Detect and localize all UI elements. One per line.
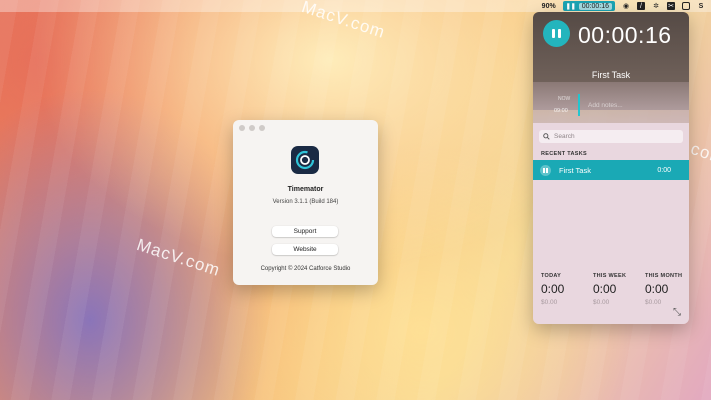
now-indicator [578,94,580,116]
current-task-title[interactable]: First Task [533,70,689,80]
stat-label: THIS MONTH [645,273,683,279]
stat-label: THIS WEEK [593,273,627,279]
eye-icon[interactable]: ◉ [622,2,630,10]
list-item[interactable]: First Task 0:00 [533,160,689,180]
stat-label: TODAY [541,273,562,279]
copyright-text: Copyright © 2024 Catforce Studio [260,266,351,272]
menubar-timer-text: 00:00:16 [578,2,612,10]
window-controls [239,125,265,131]
task-name: First Task [559,165,591,175]
s-icon[interactable]: S [697,2,705,10]
stat-money: $0.00 [593,299,610,306]
stat-money: $0.00 [645,299,662,306]
search-input[interactable]: Search [539,130,683,143]
minimize-button[interactable] [249,125,255,131]
now-label: NOW [558,96,571,102]
scissors-icon[interactable]: ✂ [667,2,675,10]
stat-value: 0:00 [645,282,669,296]
app-title: Timemator [287,186,324,193]
search-placeholder: Search [554,133,575,140]
pause-icon [558,29,561,38]
slash-icon[interactable]: / [637,2,645,10]
stat-this-month: THIS MONTH 0:00 $0.00 [637,273,689,306]
app-version: Version 3.1.1 (Build 184) [272,199,339,205]
elapsed-timer: 00:00:16 [578,22,672,48]
atom-icon[interactable]: ✲ [652,2,660,10]
task-list-area: Search RECENT TASKS First Task 0:00 TODA… [533,123,689,324]
zoom-button[interactable] [259,125,265,131]
stat-today: TODAY 0:00 $0.00 [533,273,585,306]
about-window: Timemator Version 3.1.1 (Build 184) Supp… [233,120,378,285]
menubar-timer[interactable]: ❚❚ 00:00:16 [562,1,615,11]
website-button[interactable]: Website [272,244,338,255]
expand-icon[interactable]: ⤡ [673,307,681,318]
shield-icon[interactable] [682,2,690,10]
stats-summary: TODAY 0:00 $0.00 THIS WEEK 0:00 $0.00 TH… [533,273,689,306]
pause-button[interactable] [543,20,570,47]
notes-input[interactable]: Add notes... [588,102,623,109]
menu-bar: 90% ❚❚ 00:00:16 ◉ / ✲ ✂ S [0,0,711,12]
pause-icon: ❚❚ [565,3,576,10]
timer-panel: 00:00:16 First Task NOW 09:00 Add notes.… [533,12,689,324]
recent-tasks-label: RECENT TASKS [541,151,587,157]
app-logo-icon [291,146,319,174]
timeline-strip: NOW 09:00 Add notes... [533,82,689,123]
task-time: 0:00 [657,166,671,174]
stat-value: 0:00 [593,282,617,296]
pause-icon [552,29,555,38]
pause-icon[interactable] [540,164,551,176]
stat-value: 0:00 [541,282,565,296]
stat-money: $0.00 [541,299,558,306]
battery-status: 90% [541,2,556,10]
now-time: 09:00 [554,108,568,114]
support-button[interactable]: Support [272,226,338,237]
close-button[interactable] [239,125,245,131]
stat-this-week: THIS WEEK 0:00 $0.00 [585,273,637,306]
search-icon [543,133,550,140]
